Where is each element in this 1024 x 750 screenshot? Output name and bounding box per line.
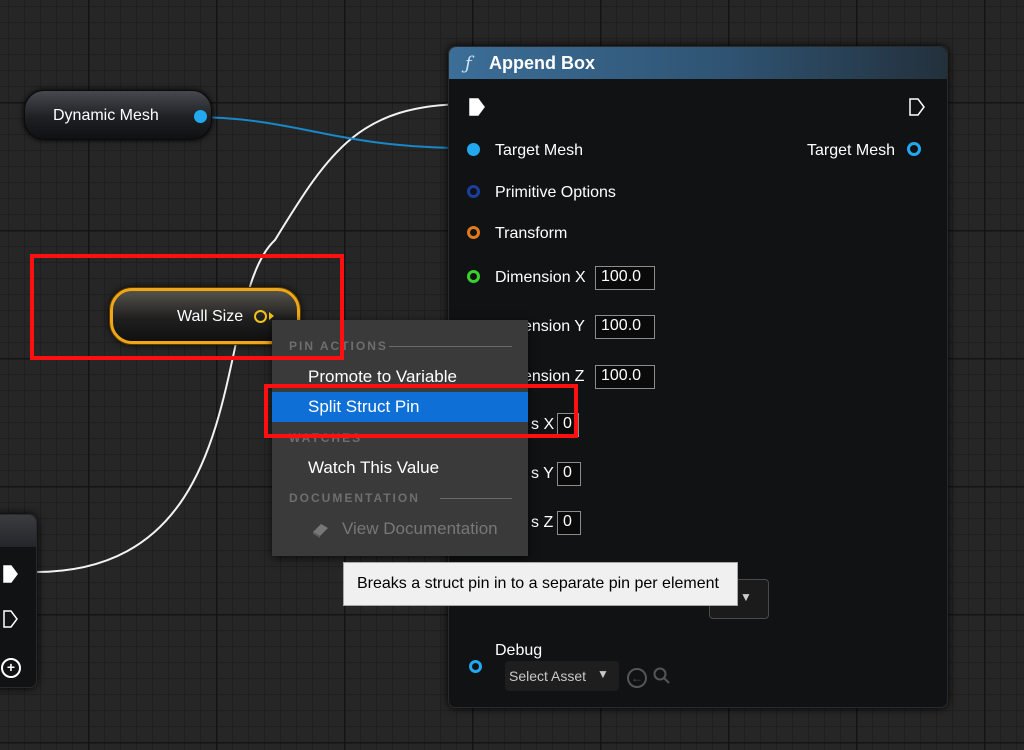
- debug-pin[interactable]: [469, 660, 482, 673]
- select-asset-label: Select Asset: [509, 668, 587, 684]
- section-header-documentation: DOCUMENTATION: [289, 491, 420, 505]
- use-selected-arrow-icon[interactable]: ←: [627, 668, 647, 688]
- watch-this-value-label: Watch This Value: [308, 458, 440, 477]
- add-pin-icon[interactable]: +: [1, 658, 21, 678]
- transform-pin[interactable]: [467, 226, 480, 239]
- exec-out-pin-icon[interactable]: [3, 565, 18, 583]
- annotation-box-split-struct: [264, 384, 578, 438]
- dimension-y-label: ension Y: [523, 318, 585, 335]
- target-mesh-output-pin[interactable]: [907, 142, 921, 156]
- primitive-options-pin[interactable]: [467, 185, 480, 198]
- dynamic-mesh-label: Dynamic Mesh: [53, 107, 159, 124]
- dynamic-mesh-wire: [189, 116, 471, 149]
- dimension-z-input[interactable]: 100.0: [595, 365, 655, 389]
- event-node-partial[interactable]: +: [0, 514, 37, 688]
- view-documentation-item[interactable]: View Documentation: [272, 514, 528, 544]
- dimension-x-input[interactable]: 100.0: [595, 266, 655, 290]
- watch-this-value-item[interactable]: Watch This Value: [272, 453, 528, 483]
- exec-out-pin-icon[interactable]: [909, 98, 925, 116]
- steps-z-label: s Z: [531, 514, 554, 531]
- target-mesh-input-pin[interactable]: [467, 143, 480, 156]
- view-documentation-label: View Documentation: [342, 519, 498, 538]
- function-icon: ƒ: [465, 53, 472, 74]
- dimension-x-pin[interactable]: [467, 270, 480, 283]
- debug-label: Debug: [495, 642, 543, 659]
- tooltip: Breaks a struct pin in to a separate pin…: [343, 562, 738, 606]
- event-node-header: [0, 515, 36, 547]
- target-mesh-input-label: Target Mesh: [495, 142, 584, 159]
- select-asset-dropdown[interactable]: Select Asset ▼: [505, 661, 619, 691]
- append-box-title: Append Box: [489, 53, 595, 73]
- section-divider: [389, 346, 512, 347]
- exec-out-pin-icon-2[interactable]: [3, 610, 18, 628]
- dynamic-mesh-node[interactable]: Dynamic Mesh: [24, 90, 212, 140]
- steps-y-label: s Y: [531, 465, 554, 482]
- primitive-options-label: Primitive Options: [495, 184, 616, 201]
- dimension-y-input[interactable]: 100.0: [595, 315, 655, 339]
- steps-z-input[interactable]: 0: [557, 511, 581, 535]
- tooltip-text: Breaks a struct pin in to a separate pin…: [357, 575, 719, 592]
- append-box-header: ƒ Append Box: [449, 47, 947, 79]
- search-icon[interactable]: [653, 667, 671, 685]
- annotation-box-wall-size: [30, 254, 344, 360]
- steps-y-input[interactable]: 0: [557, 462, 581, 486]
- transform-label: Transform: [495, 225, 568, 242]
- chevron-down-icon: ▼: [740, 590, 752, 604]
- exec-in-pin-icon[interactable]: [469, 98, 485, 116]
- target-mesh-output-label: Target Mesh: [807, 142, 896, 159]
- section-divider: [440, 498, 512, 499]
- dimension-x-label: Dimension X: [495, 269, 586, 286]
- document-icon: [313, 524, 328, 538]
- dynamic-mesh-output-pin[interactable]: [194, 110, 207, 123]
- chevron-down-icon: ▼: [597, 667, 609, 681]
